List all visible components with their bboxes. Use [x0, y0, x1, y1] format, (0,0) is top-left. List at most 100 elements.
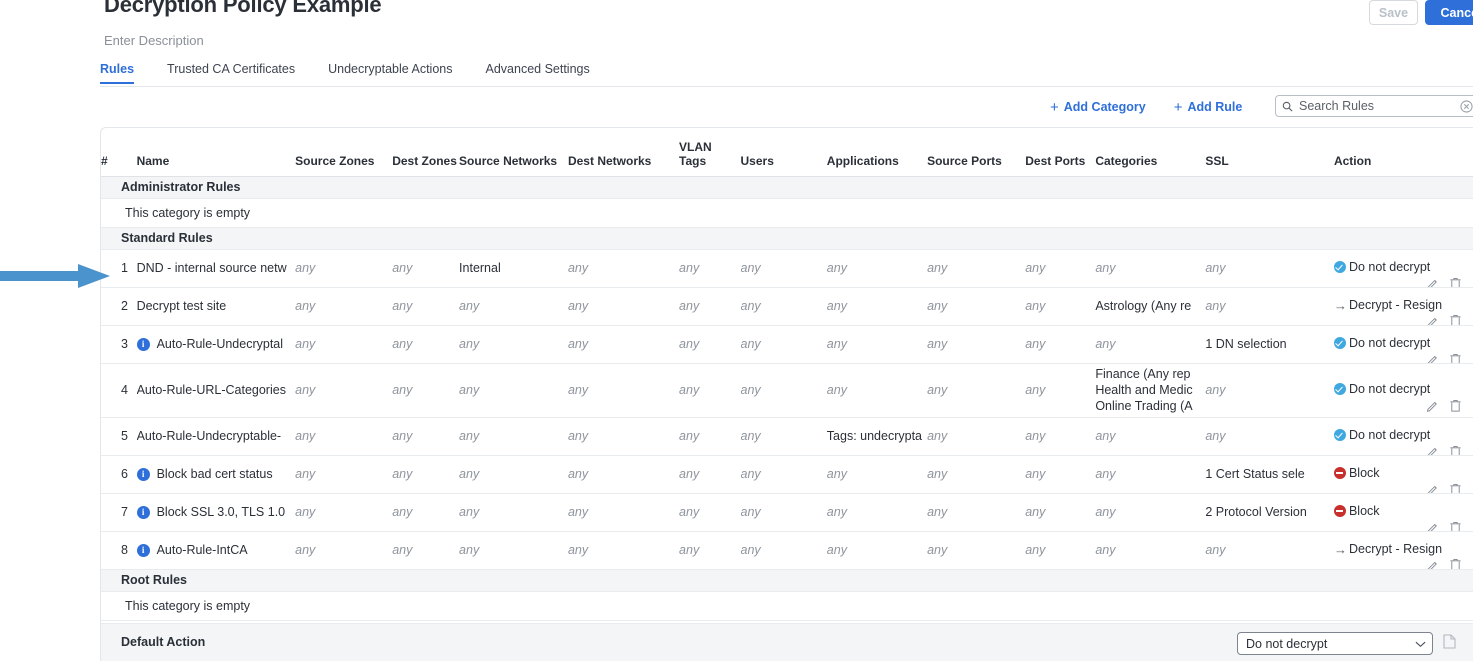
cell-applications[interactable]: any — [827, 325, 927, 363]
cell-source-zones[interactable]: any — [295, 531, 392, 569]
cell-source-networks[interactable]: any — [459, 455, 568, 493]
cell-vlan-tags[interactable]: any — [679, 363, 740, 417]
cell-categories[interactable]: any — [1095, 325, 1205, 363]
table-row[interactable]: 2Decrypt test siteanyanyanyanyanyanyanya… — [101, 287, 1473, 325]
delete-icon[interactable] — [1449, 521, 1462, 532]
cell-users[interactable]: any — [741, 455, 827, 493]
info-icon[interactable]: i — [137, 544, 150, 557]
cell-source-ports[interactable]: any — [927, 493, 1025, 531]
cell-source-zones[interactable]: any — [295, 455, 392, 493]
cell-source-ports[interactable]: any — [927, 455, 1025, 493]
add-rule-button[interactable]: + Add Rule — [1174, 100, 1243, 115]
cell-ssl[interactable]: any — [1205, 531, 1324, 569]
cell-dest-zones[interactable]: any — [392, 363, 459, 417]
cell-action[interactable]: Do not decrypt — [1324, 363, 1473, 417]
cell-dest-networks[interactable]: any — [568, 363, 679, 417]
cell-users[interactable]: any — [741, 493, 827, 531]
edit-icon[interactable] — [1426, 353, 1439, 363]
cell-dest-networks[interactable]: any — [568, 493, 679, 531]
cell-source-networks[interactable]: any — [459, 325, 568, 363]
cell-action[interactable]: Block — [1324, 493, 1473, 531]
cell-applications[interactable]: any — [827, 363, 927, 417]
cell-action[interactable]: Do not decrypt — [1324, 417, 1473, 455]
cell-ssl[interactable]: 1 DN selection — [1205, 325, 1324, 363]
cell-ssl[interactable]: any — [1205, 249, 1324, 287]
cell-source-zones[interactable]: any — [295, 417, 392, 455]
table-row[interactable]: 4Auto-Rule-URL-Categoriesanyanyanyanyany… — [101, 363, 1473, 417]
category-row[interactable]: Standard Rules — [101, 227, 1473, 249]
delete-icon[interactable] — [1449, 353, 1462, 364]
table-row[interactable]: 1DND - internal source netwanyanyInterna… — [101, 249, 1473, 287]
cell-action[interactable]: →Decrypt - Resign — [1324, 531, 1473, 569]
edit-icon[interactable] — [1426, 277, 1439, 287]
cell-categories[interactable]: Finance (Any rep Health and Medic Online… — [1095, 363, 1205, 417]
search-input[interactable] — [1299, 99, 1449, 113]
edit-icon[interactable] — [1426, 521, 1439, 531]
cell-dest-ports[interactable]: any — [1025, 531, 1095, 569]
cell-action[interactable]: Do not decrypt — [1324, 325, 1473, 363]
delete-icon[interactable] — [1449, 483, 1462, 494]
cell-action[interactable]: Block — [1324, 455, 1473, 493]
cell-ssl[interactable]: 2 Protocol Version — [1205, 493, 1324, 531]
rule-name-cell[interactable]: iAuto-Rule-IntCA — [137, 531, 296, 569]
cell-applications[interactable]: any — [827, 455, 927, 493]
cell-dest-zones[interactable]: any — [392, 249, 459, 287]
rule-name-cell[interactable]: Auto-Rule-URL-Categories — [137, 363, 296, 417]
cell-dest-networks[interactable]: any — [568, 455, 679, 493]
cell-dest-zones[interactable]: any — [392, 417, 459, 455]
add-category-button[interactable]: + Add Category — [1050, 100, 1146, 115]
cell-dest-ports[interactable]: any — [1025, 249, 1095, 287]
cell-vlan-tags[interactable]: any — [679, 455, 740, 493]
tab-undecryptable-actions[interactable]: Undecryptable Actions — [328, 62, 452, 84]
rule-name-cell[interactable]: Auto-Rule-Undecryptable- — [137, 417, 296, 455]
cell-dest-networks[interactable]: any — [568, 531, 679, 569]
cell-vlan-tags[interactable]: any — [679, 417, 740, 455]
cell-source-networks[interactable]: any — [459, 363, 568, 417]
cell-dest-zones[interactable]: any — [392, 455, 459, 493]
tab-advanced-settings[interactable]: Advanced Settings — [486, 62, 590, 84]
cell-source-ports[interactable]: any — [927, 287, 1025, 325]
cell-source-ports[interactable]: any — [927, 531, 1025, 569]
cell-categories[interactable]: any — [1095, 455, 1205, 493]
cell-users[interactable]: any — [741, 325, 827, 363]
cell-source-zones[interactable]: any — [295, 493, 392, 531]
cell-ssl[interactable]: any — [1205, 417, 1324, 455]
cell-vlan-tags[interactable]: any — [679, 325, 740, 363]
cell-ssl[interactable]: any — [1205, 287, 1324, 325]
rule-name-cell[interactable]: iBlock bad cert status — [137, 455, 296, 493]
logging-document-icon[interactable] — [1443, 634, 1456, 654]
cell-source-networks[interactable]: any — [459, 493, 568, 531]
cell-action[interactable]: →Decrypt - Resign — [1324, 287, 1473, 325]
delete-icon[interactable] — [1449, 277, 1462, 288]
cell-dest-zones[interactable]: any — [392, 493, 459, 531]
cell-categories[interactable]: any — [1095, 531, 1205, 569]
category-row[interactable]: Administrator Rules — [101, 176, 1473, 198]
delete-icon[interactable] — [1449, 314, 1462, 325]
cell-ssl[interactable]: any — [1205, 363, 1324, 417]
cell-dest-ports[interactable]: any — [1025, 325, 1095, 363]
info-icon[interactable]: i — [137, 338, 150, 351]
cell-categories[interactable]: any — [1095, 249, 1205, 287]
tab-trusted-ca-certificates[interactable]: Trusted CA Certificates — [167, 62, 295, 84]
cell-ssl[interactable]: 1 Cert Status sele — [1205, 455, 1324, 493]
table-row[interactable]: 7iBlock SSL 3.0, TLS 1.0anyanyanyanyanya… — [101, 493, 1473, 531]
cell-vlan-tags[interactable]: any — [679, 287, 740, 325]
cell-source-networks[interactable]: any — [459, 417, 568, 455]
cell-source-networks[interactable]: any — [459, 531, 568, 569]
cell-vlan-tags[interactable]: any — [679, 493, 740, 531]
clear-icon[interactable] — [1460, 100, 1473, 113]
edit-icon[interactable] — [1426, 445, 1439, 455]
table-row[interactable]: 5Auto-Rule-Undecryptable-anyanyanyanyany… — [101, 417, 1473, 455]
cell-source-zones[interactable]: any — [295, 363, 392, 417]
cell-users[interactable]: any — [741, 363, 827, 417]
edit-icon[interactable] — [1426, 399, 1439, 415]
cell-dest-networks[interactable]: any — [568, 249, 679, 287]
cell-vlan-tags[interactable]: any — [679, 531, 740, 569]
cell-categories[interactable]: Astrology (Any re — [1095, 287, 1205, 325]
cell-users[interactable]: any — [741, 531, 827, 569]
search-rules-box[interactable] — [1275, 95, 1473, 117]
cell-users[interactable]: any — [741, 417, 827, 455]
cell-dest-networks[interactable]: any — [568, 325, 679, 363]
cell-dest-ports[interactable]: any — [1025, 493, 1095, 531]
cell-source-networks[interactable]: Internal — [459, 249, 568, 287]
